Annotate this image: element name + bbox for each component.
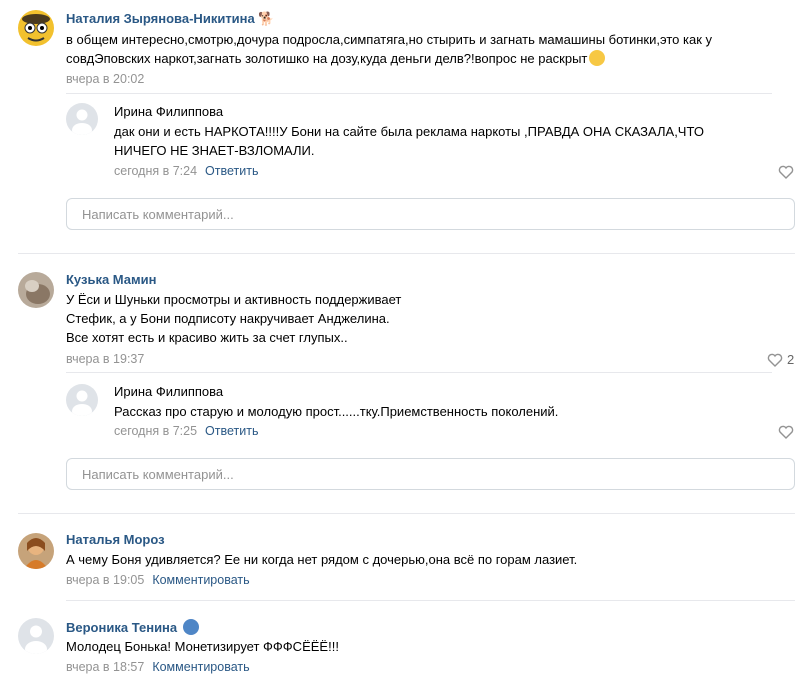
reply-time[interactable]: сегодня в 7:24 [114,164,197,178]
user-silhouette-icon [18,618,54,654]
like-button[interactable] [778,165,794,179]
heart-icon [778,425,794,439]
like-count: 2 [787,352,795,367]
comment-meta: вчера в 19:05 Комментировать [66,573,250,587]
user-silhouette-icon [66,103,98,135]
avatar[interactable] [18,10,54,46]
comment-time[interactable]: вчера в 19:05 [66,573,144,587]
comment-input[interactable]: Написать комментарий... [66,458,795,490]
avatar-image [18,272,54,308]
comment-author[interactable]: Кузька Мамин [66,272,156,287]
like-button[interactable]: 2 [767,352,794,367]
divider [66,600,795,601]
avatar-image [18,533,54,569]
reply-author[interactable]: Ирина Филиппова [114,384,223,399]
comment-meta: вчера в 18:57 Комментировать [66,660,250,674]
reply-text: дак они и есть НАРКОТА!!!!У Бони на сайт… [114,124,704,158]
avatar-placeholder[interactable] [66,384,98,416]
comment-text: У Ёси и Шуньки просмотры и активность по… [66,292,402,345]
comment-text: в общем интересно,смотрю,дочура подросла… [66,32,712,66]
comment-time[interactable]: вчера в 18:57 [66,660,144,674]
heart-icon [778,165,794,179]
divider [66,93,772,94]
comment-text: Молодец Бонька! Монетизирует ФФФСЁЁЁ!!! [66,639,339,654]
comment-author[interactable]: Вероника Тенина [66,619,199,635]
dog-icon: 🐕 [258,11,275,26]
reply-time[interactable]: сегодня в 7:25 [114,424,197,438]
reply-author[interactable]: Ирина Филиппова [114,104,223,119]
rolling-eyes-icon [589,50,606,66]
heart-icon [767,353,783,367]
comment-button[interactable]: Комментировать [152,660,249,674]
comment-author[interactable]: Наталья Мороз [66,532,165,547]
comment-button[interactable]: Комментировать [152,573,249,587]
reply-button[interactable]: Ответить [205,424,258,438]
avatar-placeholder[interactable] [66,103,98,135]
reply-text: Рассказ про старую и молодую прост......… [114,404,559,419]
reply-button[interactable]: Ответить [205,164,258,178]
avatar-image [18,10,54,46]
comment-input[interactable]: Написать комментарий... [66,198,795,230]
comment-time[interactable]: вчера в 19:37 [66,352,144,366]
comment-author[interactable]: Наталия Зырянова-Никитина 🐕 [66,11,275,27]
avatar[interactable] [18,272,54,308]
comment-time[interactable]: вчера в 20:02 [66,72,144,86]
user-silhouette-icon [66,384,98,416]
reply-meta: сегодня в 7:25 Ответить [114,424,258,438]
avatar-placeholder[interactable] [18,618,54,654]
avatar[interactable] [18,533,54,569]
mask-emoji-icon [182,619,199,635]
divider [18,513,795,514]
comment-text: А чему Боня удивляется? Ее ни когда нет … [66,552,578,567]
divider [18,253,795,254]
reply-meta: сегодня в 7:24 Ответить [114,164,258,178]
like-button[interactable] [778,425,794,439]
divider [66,372,772,373]
